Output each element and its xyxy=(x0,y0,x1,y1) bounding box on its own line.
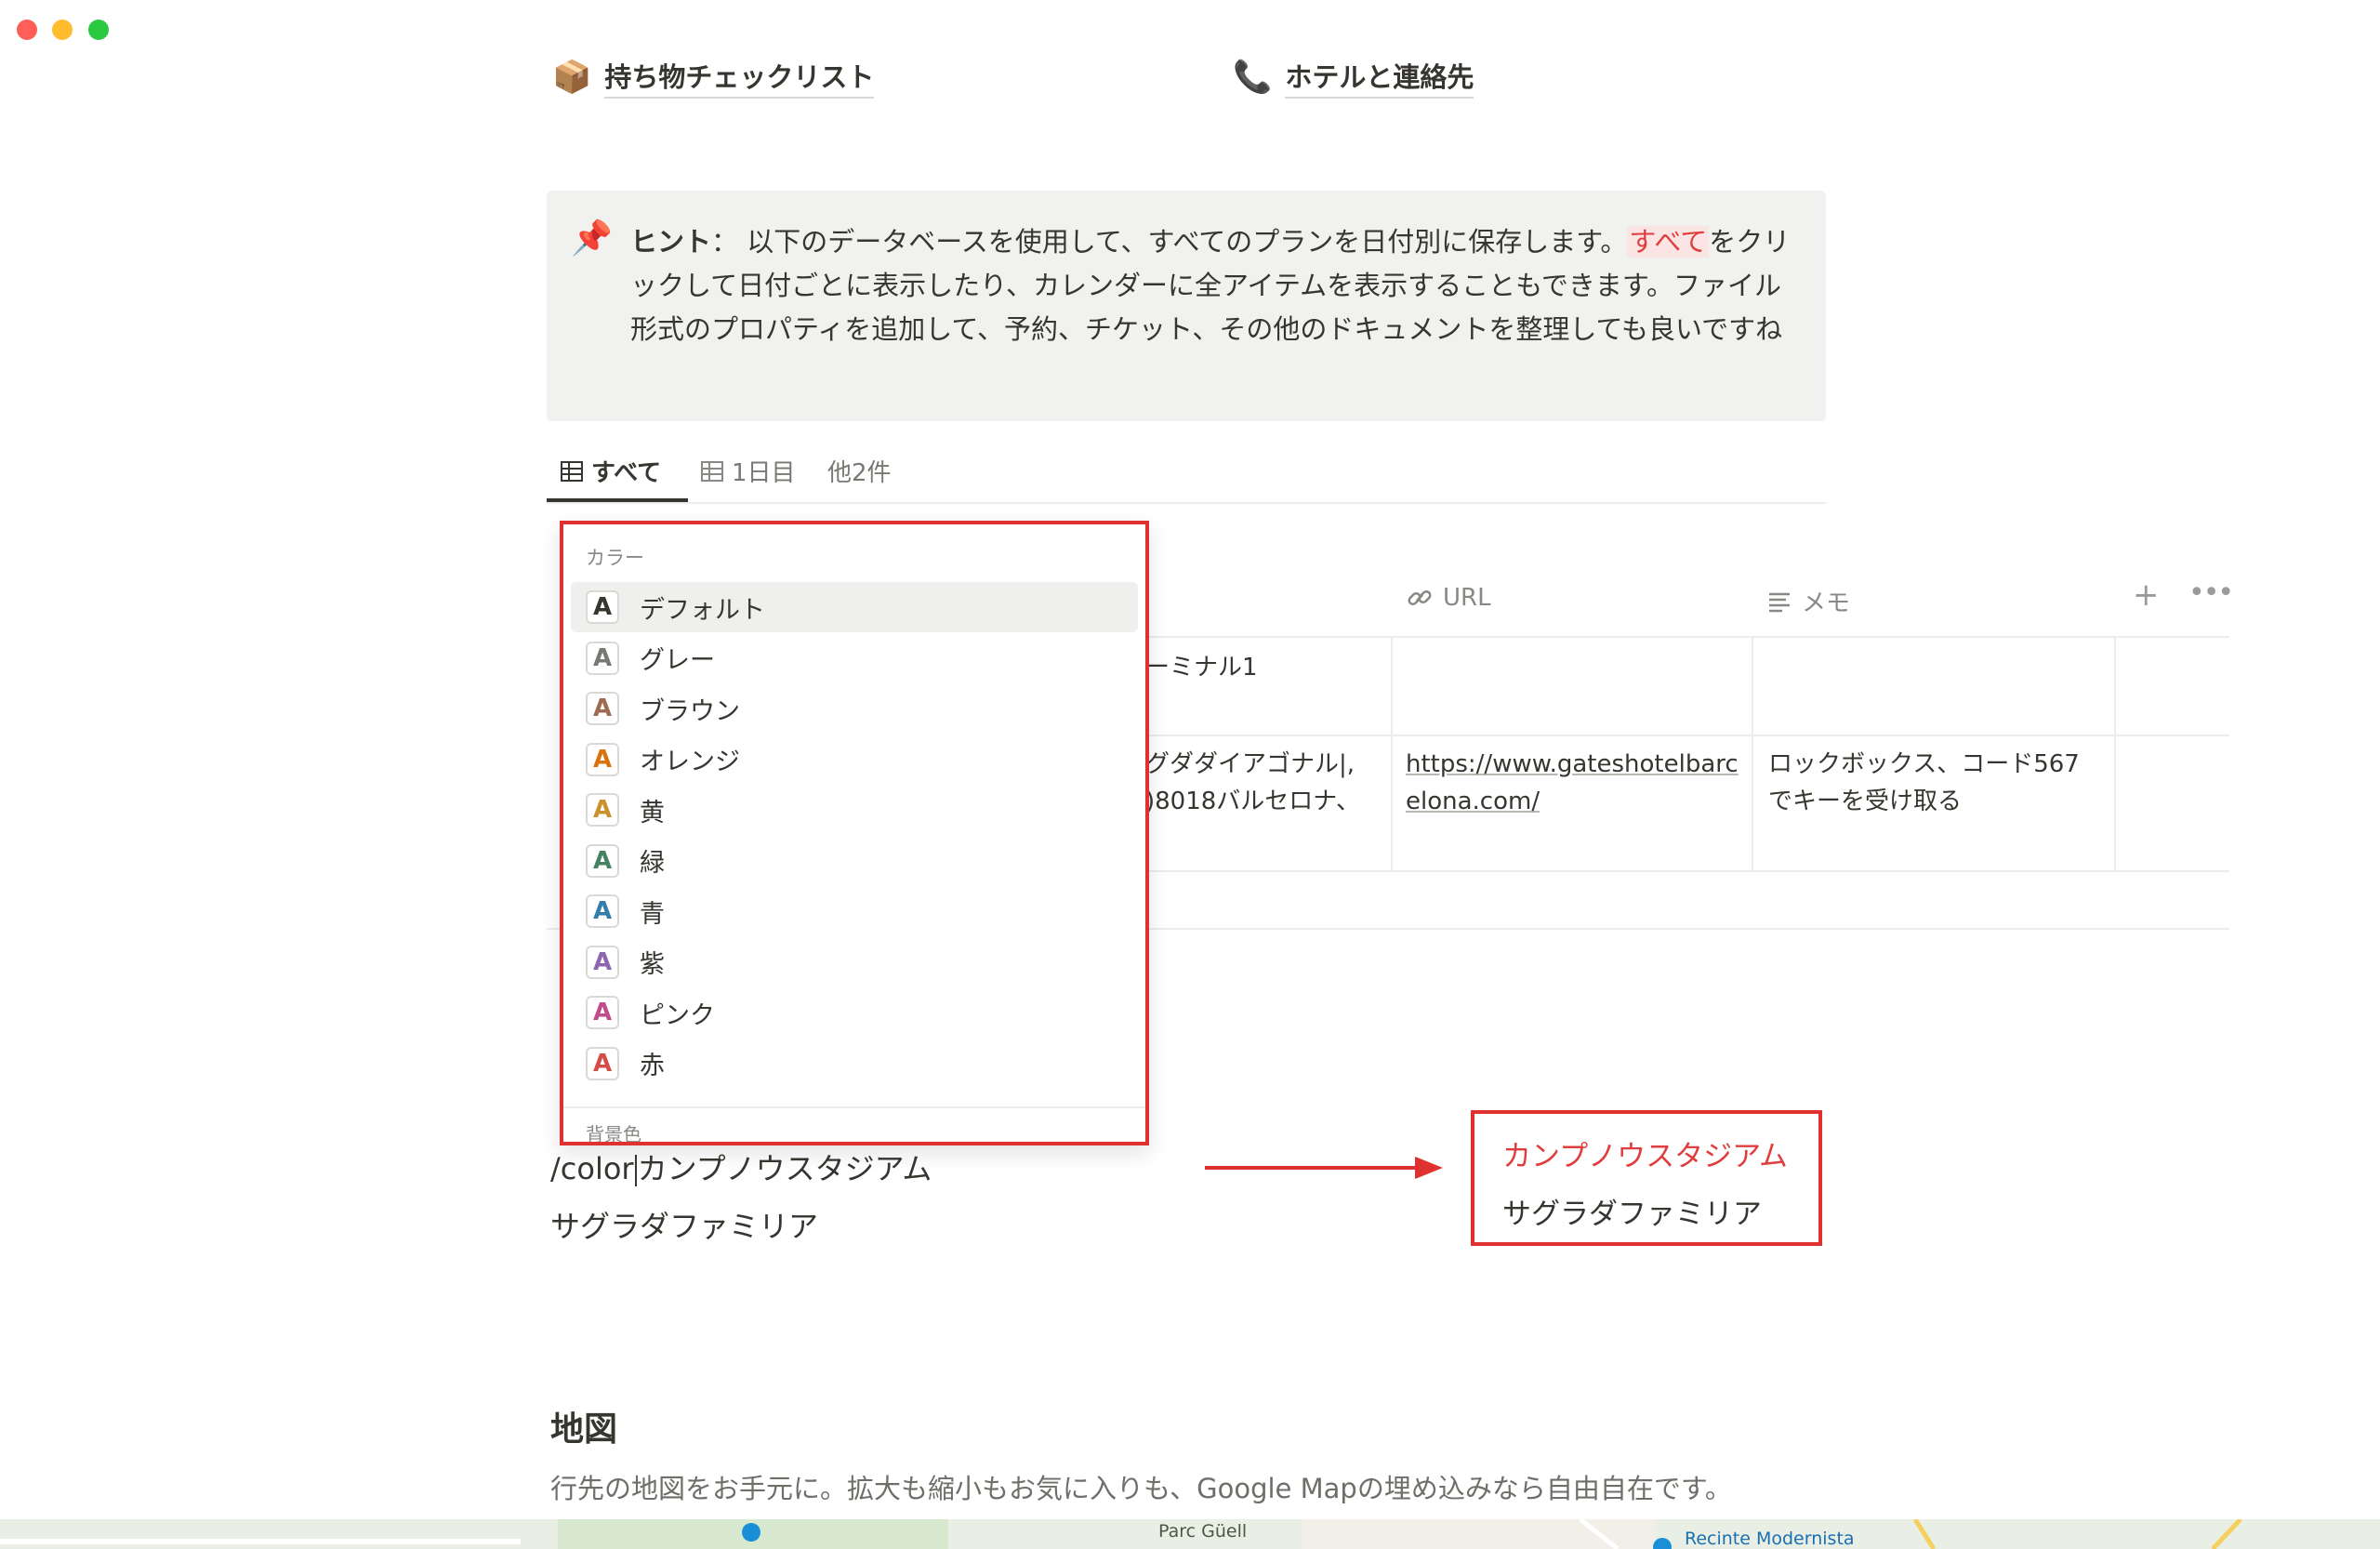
table-row-divider xyxy=(1142,735,2229,736)
color-swatch-icon: A xyxy=(586,1046,619,1080)
color-option[interactable]: A赤 xyxy=(571,1039,1138,1089)
color-option[interactable]: A緑 xyxy=(571,836,1138,886)
column-divider xyxy=(1752,638,1753,870)
memo-header-label: メモ xyxy=(1802,589,1851,617)
minimize-window-button[interactable] xyxy=(52,20,73,40)
result-line-red: カンプノウスタジアム xyxy=(1502,1140,1788,1173)
tab-all[interactable]: すべて xyxy=(560,454,661,488)
color-option[interactable]: A ブラウン xyxy=(571,683,1138,734)
url-header-label: URL xyxy=(1443,584,1491,612)
hidden-heading-fragment xyxy=(549,1023,559,1058)
table-cell-url-line2[interactable]: elona.com/ xyxy=(1406,783,1540,820)
color-option-label: グレー xyxy=(640,646,715,675)
color-swatch-icon: A xyxy=(586,742,619,776)
close-window-button[interactable] xyxy=(17,20,37,40)
map-label-recinte-modernista: Recinte Modernista xyxy=(1685,1529,1855,1549)
phone-icon: 📞 xyxy=(1233,59,1273,96)
color-option-label: 赤 xyxy=(640,1052,665,1080)
color-option[interactable]: A グレー xyxy=(571,633,1138,683)
packing-checklist-label: 持ち物チェックリスト xyxy=(604,56,875,99)
embedded-google-map[interactable]: Parc Güell Recinte Modernista xyxy=(0,1519,2380,1549)
hint-text: ヒント： 以下のデータベースを使用して、すべてのプランを日付別に保存します。すべ… xyxy=(630,220,1804,351)
table-cell-url-line1[interactable]: https://www.gateshotelbarc xyxy=(1406,746,1739,783)
color-option-label: 紫 xyxy=(640,950,665,979)
color-swatch-icon: A xyxy=(586,945,619,979)
color-option[interactable]: A オレンジ xyxy=(571,735,1138,785)
hint-callout: 📌 ヒント： 以下のデータベースを使用して、すべてのプランを日付別に保存します。… xyxy=(547,191,1826,421)
table-header-divider xyxy=(1142,636,2229,638)
result-preview-box: カンプノウスタジアム サグラダファミリア xyxy=(1471,1110,1822,1246)
color-menu-divider xyxy=(563,1106,1145,1108)
color-option-label: 黄 xyxy=(640,798,665,827)
result-line-default: サグラダファミリア xyxy=(1502,1198,1762,1231)
color-option-label: ブラウン xyxy=(640,696,740,726)
color-swatch-icon: A xyxy=(586,843,619,878)
table-cell-place[interactable]: ーミナル1 xyxy=(1145,649,1258,686)
add-property-button[interactable]: + xyxy=(2133,576,2160,614)
color-option-label: ピンク xyxy=(640,1000,715,1030)
color-swatch-icon: A xyxy=(586,793,619,827)
color-swatch-icon: A xyxy=(586,590,619,624)
map-section-description: 行先の地図をお手元に。拡大も縮小もお気に入りも、Google Mapの埋め込みな… xyxy=(550,1473,1732,1504)
color-option-label: 青 xyxy=(640,899,665,929)
pushpin-icon: 📌 xyxy=(571,219,613,258)
url-column-header[interactable]: URL xyxy=(1406,584,1491,612)
column-divider xyxy=(1391,638,1393,870)
map-label-parc-guell: Parc Güell xyxy=(1158,1521,1248,1542)
color-menu-title: カラー xyxy=(586,547,644,569)
hotel-contacts-link[interactable]: 📞 ホテルと連絡先 xyxy=(1233,56,1474,99)
color-option[interactable]: A黄 xyxy=(571,785,1138,835)
database-view-tabs: すべて 1日目 他2件 xyxy=(547,444,1826,504)
zoom-window-button[interactable] xyxy=(88,20,109,40)
background-color-section-label: 背景色 xyxy=(586,1123,641,1145)
color-swatch-icon: A xyxy=(586,894,619,928)
editor-line-command[interactable]: /color カンプノウスタジアム xyxy=(550,1145,932,1188)
editor-line-2[interactable]: サグラダファミリア xyxy=(550,1203,818,1246)
color-option[interactable]: A紫 xyxy=(571,937,1138,987)
memo-column-header[interactable]: メモ xyxy=(1766,584,1850,618)
table-cell-memo-line2[interactable]: でキーを受け取る xyxy=(1768,783,1962,820)
color-option[interactable]: A デフォルト xyxy=(571,582,1138,632)
editor-line1-text: カンプノウスタジアム xyxy=(637,1151,932,1186)
table-cell-place-line2[interactable]: )8018バルセロナ、 xyxy=(1145,783,1360,820)
text-cursor xyxy=(634,1155,637,1186)
table-icon xyxy=(561,460,583,482)
text-lines-icon xyxy=(1769,592,1790,612)
color-option-label: デフォルト xyxy=(640,595,765,625)
color-menu: カラー A デフォルト A グレー A ブラウン A オレンジ A 黄 A 緑 A 青 A 紫 A ピンク A 赤 背… xyxy=(560,521,1149,1145)
table-cell-place-line1[interactable]: グダダイアゴナル|, xyxy=(1145,746,1355,783)
hotel-contacts-label: ホテルと連絡先 xyxy=(1285,56,1474,99)
link-icon xyxy=(1408,589,1432,606)
color-option[interactable]: A ピンク xyxy=(571,987,1138,1038)
column-divider xyxy=(2114,638,2116,870)
tab-day1[interactable]: 1日目 xyxy=(700,454,796,488)
tab-more[interactable]: 他2件 xyxy=(827,454,892,488)
color-option-label: オレンジ xyxy=(640,748,740,776)
color-swatch-icon: A xyxy=(586,641,619,675)
slash-command-text: /color xyxy=(550,1151,634,1186)
color-swatch-icon: A xyxy=(586,692,619,725)
map-section-heading: 地図 xyxy=(550,1410,618,1449)
table-icon xyxy=(701,460,723,482)
tab-all-label: すべて xyxy=(591,459,662,487)
table-row-divider xyxy=(1142,870,2229,872)
color-swatch-icon: A xyxy=(586,996,619,1029)
arrow-right-icon xyxy=(1205,1157,1443,1179)
tab-more-label: 他2件 xyxy=(827,459,892,487)
color-option-label: 緑 xyxy=(640,849,665,878)
hint-text-part1: 以下のデータベースを使用して、すべてのプランを日付別に保存します。 xyxy=(747,226,1628,258)
more-options-button[interactable]: ••• xyxy=(2188,576,2234,609)
tab-day1-label: 1日目 xyxy=(732,459,796,487)
luggage-icon: 📦 xyxy=(552,59,592,96)
color-option[interactable]: A青 xyxy=(571,886,1138,936)
hint-highlight-all: すべて xyxy=(1627,226,1710,258)
hint-sep: ： xyxy=(711,226,739,258)
hint-bold-label: ヒント xyxy=(630,226,712,258)
table-cell-memo-line1[interactable]: ロックボックス、コード567 xyxy=(1768,746,2080,783)
editor-line2-text: サグラダファミリア xyxy=(550,1209,819,1244)
packing-checklist-link[interactable]: 📦 持ち物チェックリスト xyxy=(552,56,875,99)
active-tab-indicator xyxy=(547,498,688,502)
